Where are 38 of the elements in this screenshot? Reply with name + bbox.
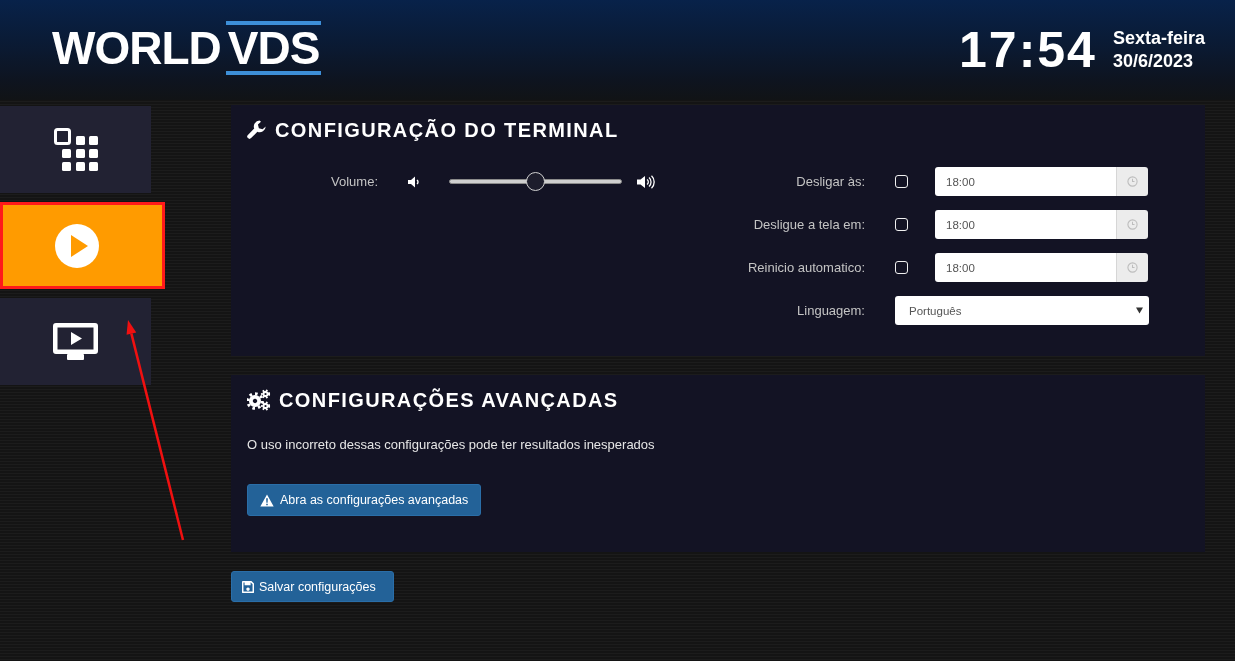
panel-title: CONFIGURAÇÕES AVANÇADAS: [279, 387, 619, 413]
field-label: Volume:: [330, 174, 378, 189]
save-icon: [242, 580, 254, 593]
field-label: Desligar às:: [795, 174, 866, 189]
weekday: Sexta-feira: [1112, 28, 1205, 49]
panel-title: CONFIGURAÇÃO DO TERMINAL: [275, 118, 619, 143]
sidebar-button[interactable]: [0, 298, 151, 385]
checkbox[interactable]: [895, 175, 908, 188]
checkbox[interactable]: [895, 218, 908, 231]
gears-icon: [247, 389, 271, 411]
field-label: Reinicio automatico:: [746, 260, 866, 275]
field-label: Linguagem:: [796, 303, 866, 318]
warning-icon: [260, 493, 274, 507]
sidebar-button[interactable]: [0, 106, 151, 193]
open-advanced-button[interactable]: Abra as configurações avançadas: [247, 484, 482, 516]
clock-icon: [1127, 219, 1138, 230]
apps-grid-icon: [53, 127, 98, 172]
language-select[interactable]: Português: [895, 296, 1149, 325]
time-input[interactable]: 18:00: [935, 253, 1116, 282]
date: 30/6/2023: [1112, 51, 1194, 72]
checkbox[interactable]: [895, 261, 908, 274]
warning-text: O uso incorreto dessas configurações pode ter resultados inesperados: [247, 436, 656, 454]
logo-accent-text: VDS: [225, 21, 322, 75]
monitor-play-icon: [53, 323, 98, 360]
volume-low-icon: [408, 175, 420, 188]
play-circle-icon: [54, 223, 99, 268]
logo-text: WORLD: [52, 24, 221, 72]
slider-thumb[interactable]: [526, 172, 545, 191]
field-label: Desligue a tela em:: [752, 217, 866, 232]
save-button[interactable]: Salvar configurações: [231, 571, 394, 602]
caret-icon: [1136, 307, 1143, 314]
wrench-icon: [247, 120, 267, 140]
clock-time: 17:54: [959, 22, 1097, 78]
clock-icon: [1127, 176, 1138, 187]
clock-icon: [1127, 262, 1138, 273]
volume-high-icon: [637, 174, 655, 189]
time-input[interactable]: 18:00: [935, 210, 1116, 239]
time-input[interactable]: 18:00: [935, 167, 1116, 196]
